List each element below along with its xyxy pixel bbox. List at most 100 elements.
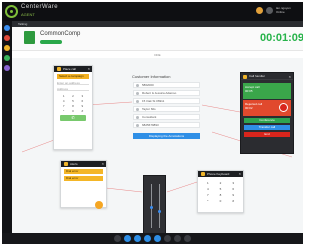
keypad-key[interactable]: 0 — [69, 109, 76, 113]
end-call-button[interactable]: End — [244, 132, 290, 137]
transfer-icon[interactable] — [134, 235, 141, 242]
field-icon — [136, 124, 139, 127]
brand-logo-icon — [5, 5, 18, 18]
field-icon — [136, 108, 139, 111]
customer-row-value: 15 Oak St 06911 — [142, 99, 165, 103]
keypad-key[interactable]: 1 — [60, 94, 67, 98]
keyboard-key[interactable]: 6 — [228, 187, 238, 192]
customer-row-value: Consultant — [142, 115, 157, 119]
call-tab-label[interactable]: Talking — [18, 21, 27, 27]
keyboard-key[interactable]: 5 — [216, 187, 226, 192]
alert-fab-icon[interactable] — [95, 201, 103, 209]
rejected-call-card[interactable]: Rejected call 00:02 — [243, 100, 291, 116]
field-icon — [136, 92, 139, 95]
pause-icon[interactable] — [164, 235, 171, 242]
call-timer: 00:01:09 — [260, 32, 303, 44]
keypad-key[interactable]: * — [60, 109, 67, 113]
close-icon[interactable]: × — [289, 73, 291, 80]
close-icon[interactable]: × — [239, 171, 241, 177]
keyboard-key[interactable]: 7 — [203, 193, 213, 198]
volume-mixer — [143, 175, 166, 237]
address-field[interactable]: Enter an address — [57, 81, 89, 85]
call-handler-panel: Call handler × Accept call 00:05 Rejecte… — [240, 72, 294, 154]
annotations-button[interactable]: Displaying the Annotations — [133, 133, 200, 139]
dial-call-button[interactable]: ✆ — [60, 115, 86, 121]
user-status: Online — [276, 10, 285, 14]
keyboard-key[interactable]: 2 — [216, 181, 226, 186]
brand-subtitle: AGENT — [21, 12, 35, 17]
bell-icon — [64, 162, 68, 166]
volume-slider-track[interactable] — [150, 184, 153, 228]
keyboard-key[interactable]: 8 — [216, 193, 226, 198]
keyboard-key[interactable]: * — [203, 199, 213, 204]
keyboard-key[interactable]: 9 — [228, 193, 238, 198]
alert-item[interactable]: Dial error — [64, 176, 103, 181]
conference-button[interactable]: Conference — [244, 118, 290, 123]
hold-icon[interactable] — [144, 235, 151, 242]
volume-slider-thumb[interactable] — [158, 210, 161, 213]
address-field-2[interactable]: Address — [57, 87, 89, 91]
keyboard-key[interactable]: # — [228, 199, 238, 204]
volume-icon[interactable] — [184, 235, 191, 242]
keypad-key[interactable]: 8 — [69, 104, 76, 108]
left-nav-rail — [2, 21, 12, 242]
keypad-key[interactable]: 4 — [60, 99, 67, 103]
keyboard-key[interactable]: 1 — [203, 181, 213, 186]
phone-icon — [243, 75, 247, 79]
app-window: CenterWare AGENT lan.nguyen Online Talki… — [2, 2, 303, 244]
mute-icon[interactable] — [154, 235, 161, 242]
alert-item[interactable]: Dial error — [64, 169, 103, 174]
keyboard-key[interactable]: 0 — [216, 199, 226, 204]
customer-row: 5862000 — [133, 82, 200, 88]
keyboard-key[interactable]: 3 — [228, 181, 238, 186]
caller-avatar — [24, 31, 35, 44]
customer-row-value: Taylor 60s — [142, 107, 156, 111]
phone-icon[interactable] — [4, 25, 10, 31]
keypad-key[interactable]: 5 — [69, 99, 76, 103]
campaign-select[interactable]: Select a campaign — [57, 74, 89, 79]
customer-row-value: 5862000 — [142, 83, 154, 87]
keypad-icon — [201, 172, 205, 176]
dial-pad-header: Place call × — [54, 66, 92, 72]
check-icon[interactable] — [114, 235, 121, 242]
bell-icon[interactable] — [4, 55, 10, 61]
dial-pad-panel: Place call × Select a campaign Enter an … — [53, 65, 93, 150]
dial-keypad: 1 2 3 4 5 6 7 8 9 * 0 # — [60, 94, 86, 113]
keypad-key[interactable]: 2 — [69, 94, 76, 98]
stats-icon[interactable] — [4, 45, 10, 51]
customer-row: Consultant — [133, 114, 200, 120]
close-icon[interactable]: × — [88, 66, 90, 72]
volume-slider-thumb[interactable] — [150, 206, 153, 209]
customer-info-title: Customer Information — [132, 74, 171, 79]
phone-keyboard-header: Phone Keyboard × — [198, 171, 243, 177]
phone-icon — [57, 67, 61, 71]
users-icon[interactable] — [4, 65, 10, 71]
caller-name: CommonComp — [40, 31, 81, 37]
transfer-button[interactable]: Transfer call — [244, 125, 290, 130]
close-icon[interactable]: × — [102, 161, 104, 167]
call-tab-strip — [12, 21, 303, 27]
customer-row-value: 6825679893 — [142, 123, 159, 127]
keypad-key[interactable]: 9 — [79, 104, 86, 108]
notification-icon[interactable] — [256, 7, 263, 14]
field-icon — [136, 116, 139, 119]
customer-row-value: Robert & Jessica Adamso — [142, 91, 177, 95]
keypad-key[interactable]: 7 — [60, 104, 67, 108]
hangup-icon[interactable] — [279, 103, 288, 112]
phone-icon[interactable] — [124, 235, 131, 242]
phone-keyboard-title: Phone Keyboard — [207, 172, 230, 176]
agent-icon[interactable] — [4, 35, 10, 41]
phone-keyboard-panel: Phone Keyboard × 1 2 3 4 5 6 7 8 9 * 0 # — [197, 170, 244, 213]
call-handler-header: Call handler × — [241, 73, 293, 80]
keypad-icon[interactable] — [174, 235, 181, 242]
keypad-key[interactable]: 3 — [79, 94, 86, 98]
keypad-key[interactable]: 6 — [79, 99, 86, 103]
accepted-call-card[interactable]: Accept call 00:05 — [243, 83, 291, 99]
volume-slider-track[interactable] — [158, 184, 161, 228]
keypad-key[interactable]: # — [79, 109, 86, 113]
keyboard-key[interactable]: 4 — [203, 187, 213, 192]
customer-row: Taylor 60s — [133, 106, 200, 112]
phone-keyboard-grid: 1 2 3 4 5 6 7 8 9 * 0 # — [203, 181, 238, 204]
app-header: CenterWare AGENT lan.nguyen Online — [2, 2, 303, 21]
avatar[interactable] — [266, 7, 273, 14]
